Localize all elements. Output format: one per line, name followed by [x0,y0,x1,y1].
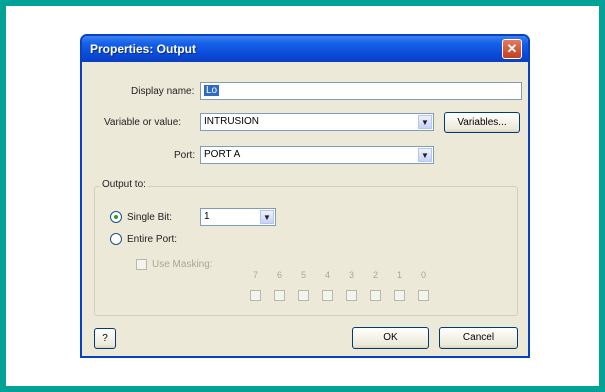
output-to-label: Output to: [100,179,148,190]
port-value: PORT A [204,149,241,160]
display-name-field[interactable]: Lo [200,82,522,100]
port-combo[interactable]: PORT A ▼ [200,146,434,164]
single-bit-label: Single Bit: [127,212,173,223]
bit-number-label: 7 [252,270,258,280]
single-bit-value: 1 [204,211,210,222]
bit-5-checkbox[interactable] [298,290,309,301]
variable-value: INTRUSION [204,116,259,127]
bit-number-label: 0 [420,270,426,280]
display-name-label: Display name: [131,86,195,97]
bit-4-checkbox[interactable] [322,290,333,301]
variables-button[interactable]: Variables... [444,112,520,133]
close-icon[interactable]: ✕ [502,39,522,59]
entire-port-radio[interactable] [110,233,122,245]
bit-0-checkbox[interactable] [418,290,429,301]
bit-3-checkbox[interactable] [346,290,357,301]
dialog-titlebar: Properties: Output ✕ [82,36,528,62]
bit-number-label: 5 [300,270,306,280]
variable-combo[interactable]: INTRUSION ▼ [200,113,434,131]
bit-number-label: 4 [324,270,330,280]
use-masking-checkbox[interactable] [136,259,147,270]
chevron-down-icon[interactable]: ▼ [418,148,432,162]
chevron-down-icon[interactable]: ▼ [260,210,274,224]
properties-output-dialog: Properties: Output ✕ Display name: Lo Va… [80,34,530,358]
cancel-button[interactable]: Cancel [439,327,518,349]
bit-number-label: 1 [396,270,402,280]
use-masking-label: Use Masking: [152,259,213,270]
single-bit-radio[interactable] [110,211,122,223]
port-label: Port: [174,150,196,161]
entire-port-label: Entire Port: [127,234,178,245]
ok-button[interactable]: OK [352,327,429,349]
bit-1-checkbox[interactable] [394,290,405,301]
bit-number-label: 3 [348,270,354,280]
variable-label: Variable or value: [104,117,182,128]
bit-2-checkbox[interactable] [370,290,381,301]
help-button[interactable]: ? [94,328,116,349]
bit-number-label: 6 [276,270,282,280]
bit-number-label: 2 [372,270,378,280]
bit-6-checkbox[interactable] [274,290,285,301]
dialog-title: Properties: Output [90,42,197,56]
chevron-down-icon[interactable]: ▼ [418,115,432,129]
display-name-value: Lo [204,85,220,96]
single-bit-combo[interactable]: 1 ▼ [200,208,276,226]
bit-7-checkbox[interactable] [250,290,261,301]
